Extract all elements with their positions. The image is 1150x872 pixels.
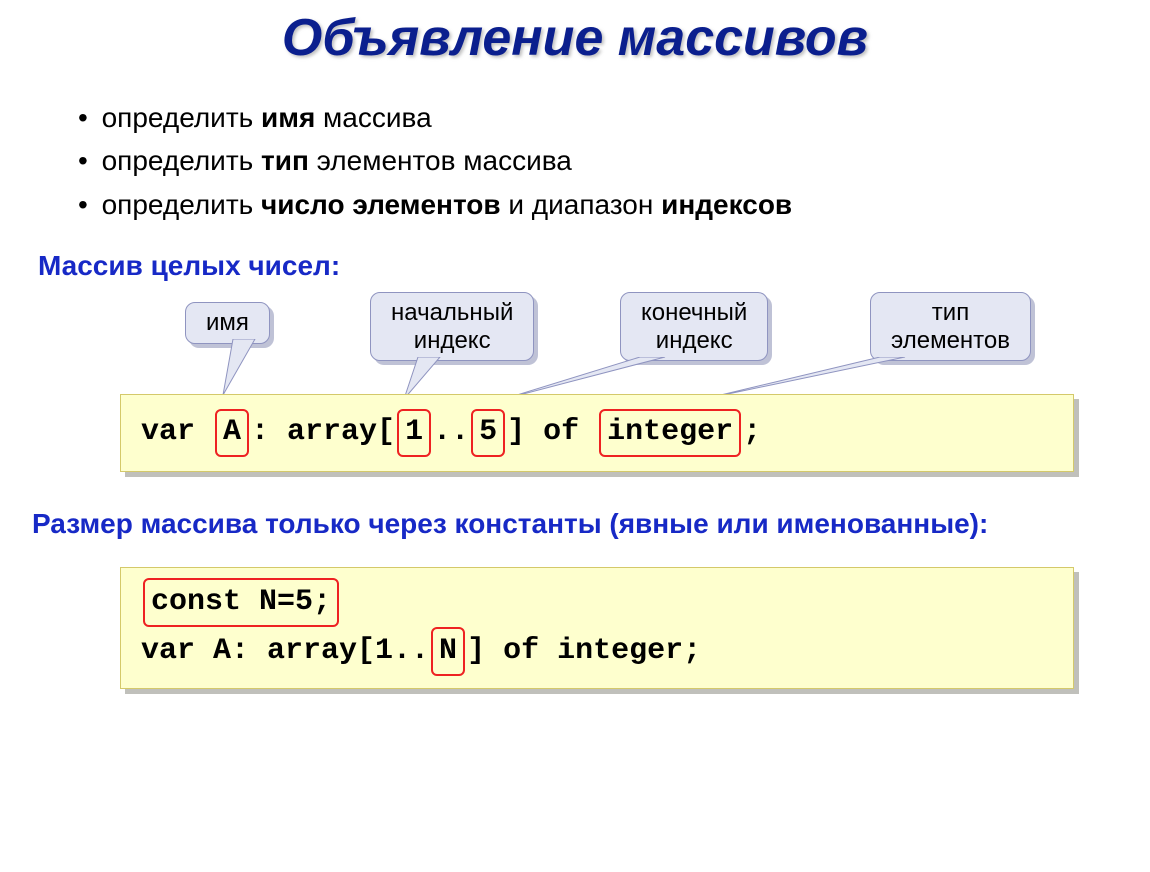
text: определить — [102, 189, 261, 220]
text: определить — [102, 145, 261, 176]
bullet-list: определить имя массива определить тип эл… — [78, 96, 1150, 226]
bullet-item: определить имя массива — [78, 96, 1150, 139]
code-text: ; — [743, 415, 761, 449]
callout-line2: индекс — [656, 327, 733, 354]
text: определить — [102, 102, 261, 133]
code-text: var A: array[1.. — [141, 634, 429, 668]
callout-name: имя — [185, 302, 270, 344]
callout-type: типэлементов — [870, 292, 1031, 361]
callout-line2: элементов — [891, 327, 1010, 354]
code-text: ] of integer; — [467, 634, 701, 668]
bold-text: тип — [261, 145, 309, 176]
callout-line2: индекс — [414, 327, 491, 354]
bold-text: индексов — [661, 189, 792, 220]
bold-text: имя — [261, 102, 315, 133]
highlight-name: A — [215, 409, 249, 457]
highlight-const: const N=5; — [143, 578, 339, 627]
highlight-type: integer — [599, 409, 741, 457]
slide-title: Объявление массивов — [0, 8, 1150, 68]
bold-text: число элементов — [261, 189, 501, 220]
highlight-end: 5 — [471, 409, 505, 457]
callout-start: начальныйиндекс — [370, 292, 534, 361]
bullet-item: определить число элементов и диапазон ин… — [78, 183, 1150, 226]
highlight-n: N — [431, 627, 465, 676]
callout-tail-icon — [215, 339, 275, 397]
callout-end: конечныйиндекс — [620, 292, 768, 361]
highlight-start: 1 — [397, 409, 431, 457]
callout-line1: тип — [932, 299, 969, 326]
bullet-item: определить тип элементов массива — [78, 139, 1150, 182]
code-text: ] of — [507, 415, 597, 449]
text: элементов массива — [309, 145, 572, 176]
subheading-1: Массив целых чисел: — [38, 250, 1150, 282]
code-example-1: var A: array[1..5] of integer; — [120, 394, 1074, 472]
callout-line1: начальный — [391, 299, 513, 326]
code-text: .. — [433, 415, 469, 449]
code-text: var — [141, 415, 213, 449]
code-text: : array[ — [251, 415, 395, 449]
text: и диапазон — [501, 189, 662, 220]
callout-row: имя начальныйиндекс конечныйиндекс типэл… — [0, 292, 1150, 372]
code-example-2: const N=5; var A: array[1..N] of integer… — [120, 567, 1074, 689]
subheading-2: Размер массива только через константы (я… — [32, 504, 1150, 543]
text: массива — [315, 102, 431, 133]
callout-line1: конечный — [641, 299, 747, 326]
